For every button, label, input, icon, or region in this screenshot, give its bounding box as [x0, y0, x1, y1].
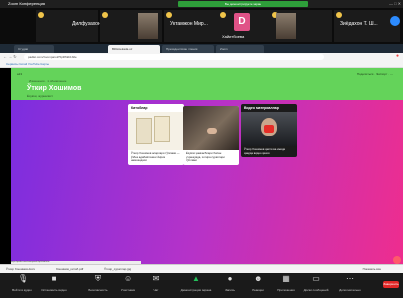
participants-icon: ☺ [124, 274, 133, 283]
extension-icon[interactable]: ● [396, 53, 399, 59]
share-screen-button[interactable]: ▲ Демонстрация экрана [180, 274, 212, 293]
toolbar-label: Дополнительно [339, 288, 361, 292]
video-icon: ■ [51, 274, 57, 283]
participant-tile[interactable]: Уктамжон Мир... [164, 10, 226, 42]
download-item[interactable]: Ўткир_суратлар.jpg [104, 267, 131, 271]
participant-name: Зиёдахон Т. Ш... [340, 21, 378, 27]
video-button[interactable]: ■ Остановить видео [38, 274, 70, 293]
browser-tab-bar: Студии Bibliotekada.uz Президентские чте… [0, 44, 403, 53]
chat-button[interactable]: ✉ Чат [140, 274, 172, 293]
toolbar-label: Чат [153, 288, 159, 292]
toolbar-label: Безопасность [88, 288, 108, 292]
board-owner: a13 [17, 72, 23, 76]
page-subtitle: Ёзувчи, журналист [27, 94, 54, 98]
book-cover [136, 118, 152, 144]
reactions-icon: ☻ [254, 274, 263, 283]
card-title: Видео материаллар [244, 106, 279, 110]
card-caption: Ўткир Хошимов ҳаёти ва ижоди ҳақида виде… [244, 147, 286, 155]
breadcrumb: Изменения · 1 обновление [29, 79, 67, 83]
download-item[interactable]: Ўткир Хошимов.docx [6, 267, 35, 271]
add-post-button[interactable] [393, 256, 401, 264]
download-item[interactable]: Хошимов_китоб.pdf [56, 267, 83, 271]
participant-video [138, 13, 158, 39]
handshake-detail [207, 128, 217, 134]
toolbar-label: Демонстрация экрана [180, 288, 212, 292]
browser-tab[interactable]: Студии [14, 45, 54, 53]
browser-tab[interactable]: Президентские чтения [162, 45, 214, 53]
raised-hand-icon [166, 12, 172, 18]
chat-icon: ✉ [152, 274, 160, 283]
screen-share-banner[interactable]: Вы демонстрируете экран [178, 1, 308, 7]
board-header: a13 Изменения · 1 обновление Ўткир Хошим… [11, 68, 403, 100]
whiteboard-button[interactable]: ▭ Доски сообщений [300, 274, 332, 293]
record-icon: ● [227, 274, 233, 283]
participant-avatar-icon [390, 16, 400, 26]
raised-hand-icon [220, 12, 226, 18]
security-button[interactable]: ⛨ Безопасность [82, 274, 114, 293]
card-caption: Ўткир Хошимов асарлари тўплами — ўзбек а… [131, 151, 180, 163]
window-title: Zoom Конференция [8, 1, 45, 6]
toolbar-label: Доски сообщений [303, 288, 329, 292]
card-title: Китоблар [131, 106, 148, 110]
downloads-bar: Ўткир Хошимов.docx Хошимов_китоб.pdf Ўтк… [0, 264, 403, 273]
share-icon: ▲ [192, 274, 200, 283]
zoom-toolbar: 🎙 Войти в аудио ■ Остановить видео ⛨ Без… [0, 273, 403, 298]
zoom-title-bar: Zoom Конференция Вы демонстрируете экран… [0, 0, 403, 8]
participant-strip: Дилфузахон Г... Уктамжон Мир... D Хайитб… [0, 8, 403, 44]
participant-tile[interactable] [100, 10, 162, 42]
raised-hand-icon [336, 12, 342, 18]
raised-hand-icon [102, 12, 108, 18]
toolbar-label: Войти в аудио [12, 288, 32, 292]
security-icon: ⛨ [95, 274, 101, 283]
more-icon: ⋯ [346, 274, 354, 283]
participant-tile[interactable]: Дилфузахон Г... [36, 10, 108, 42]
toolbar-label: Приложения [277, 288, 295, 292]
apps-button[interactable]: ▦ Приложения [270, 274, 302, 293]
post-card[interactable]: Ёзувчи ҳамкасблари билан учрашувда, хоти… [183, 106, 239, 165]
padlet-board: a13 Изменения · 1 обновление Ўткир Хошим… [11, 68, 403, 264]
browser-tab[interactable]: Zoom [216, 45, 264, 53]
play-icon[interactable] [264, 125, 274, 133]
participant-video [276, 13, 296, 39]
video-thumbnail[interactable] [241, 112, 297, 146]
mic-button[interactable]: 🎙 Войти в аудио [6, 274, 38, 293]
board-actions[interactable]: Поделиться · Экспорт · ⋯ [357, 72, 393, 76]
participant-tile[interactable]: Зиёдахон Т. Ш... [334, 10, 400, 42]
nav-arrows-icon[interactable]: ← → ↻ [3, 54, 17, 59]
participant-tile[interactable] [270, 10, 332, 42]
browser-tab-active[interactable]: Bibliotekada.uz [108, 45, 160, 53]
address-bar: ← → ↻ padlet.com/zoomparol/r5p3f6kb1b0e … [0, 53, 403, 61]
end-meeting-button[interactable]: Завершить [383, 281, 399, 288]
more-button[interactable]: ⋯ Дополнительно [334, 274, 366, 293]
raised-hand-icon [38, 12, 44, 18]
page-title: Ўткир Хошимов [27, 85, 82, 92]
avatar: D [234, 13, 250, 31]
card-caption: Ёзувчи ҳамкасблари билан учрашувда, хоти… [186, 151, 225, 163]
bookmarks-bar[interactable]: Сервисы Gmail YouTube Карты [0, 61, 403, 68]
post-card[interactable]: Китоблар Ўткир Хошимов асарлари тўплами … [128, 104, 184, 165]
toolbar-label: Остановить видео [41, 288, 67, 292]
book-image [128, 112, 184, 150]
participant-name: Уктамжон Мир... [170, 21, 208, 27]
window-controls[interactable]: — □ ✕ [389, 0, 401, 8]
video-card[interactable]: Видео материаллар Ўткир Хошимов ҳаёти ва… [241, 104, 297, 158]
apps-icon: ▦ [282, 274, 290, 283]
mic-icon: 🎙 [18, 274, 29, 283]
url-field[interactable]: padlet.com/zoomparol/r5p3f6kb1b0e [24, 54, 324, 60]
photo-image [183, 106, 239, 150]
whiteboard-icon: ▭ [312, 274, 320, 283]
participant-name: Хайитбоева [222, 34, 245, 39]
book-cover [154, 116, 170, 142]
